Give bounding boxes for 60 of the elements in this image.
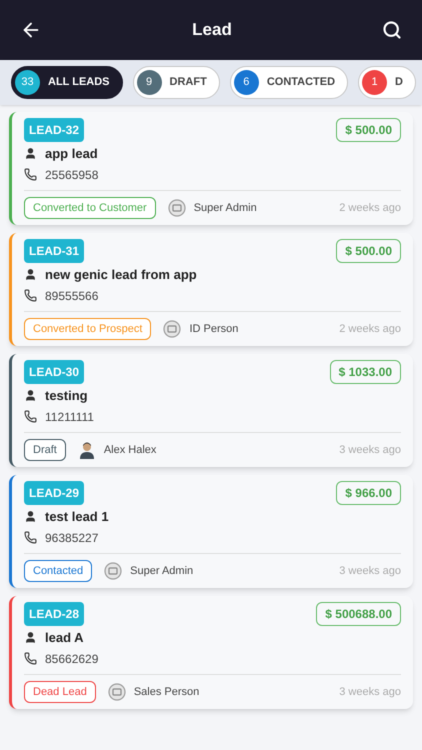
lead-code: LEAD-30 xyxy=(24,360,84,384)
lead-card[interactable]: LEAD-30 $ 1033.00 testing 11211111 Draft Alex Halex 3 weeks ago xyxy=(9,354,413,467)
count-badge: 6 xyxy=(234,70,259,95)
owner-name: Super Admin xyxy=(194,200,257,216)
time-ago: 3 weeks ago xyxy=(339,564,401,578)
phone-icon xyxy=(24,168,37,181)
lead-name: test lead 1 xyxy=(45,508,109,526)
lead-name: app lead xyxy=(45,145,98,163)
owner-name: Sales Person xyxy=(134,684,200,700)
filter-chip[interactable]: 1 D xyxy=(358,66,416,99)
lead-name: new genic lead from app xyxy=(45,266,197,284)
phone-icon xyxy=(24,410,37,423)
time-ago: 3 weeks ago xyxy=(339,684,401,700)
lead-card[interactable]: LEAD-29 $ 966.00 test lead 1 96385227 Contacted Super Admin 3 weeks ago xyxy=(9,475,413,588)
lead-card[interactable]: LEAD-31 $ 500.00 new genic lead from app 89555566 Converted to Prospect ID Person 2 weeks ago xyxy=(9,233,413,346)
amount-badge: $ 500.00 xyxy=(336,239,401,263)
lead-card[interactable]: LEAD-32 $ 500.00 app lead 25565958 Converted to Customer Super Admin 2 weeks ago xyxy=(9,112,413,225)
amount-badge: $ 500688.00 xyxy=(316,602,401,626)
time-ago: 2 weeks ago xyxy=(339,322,401,336)
count-badge: 1 xyxy=(362,70,388,95)
phone-icon xyxy=(24,652,37,665)
owner-name: ID Person xyxy=(189,322,238,336)
status-badge: Contacted xyxy=(24,560,92,582)
phone-icon xyxy=(24,289,37,302)
status-badge: Converted to Prospect xyxy=(24,318,152,340)
count-badge: 33 xyxy=(15,70,40,95)
owner-name: Alex Halex xyxy=(104,442,156,458)
lead-name: lead A xyxy=(45,629,84,647)
search-button[interactable] xyxy=(382,20,402,40)
status-badge: Draft xyxy=(24,438,66,461)
lead-code: LEAD-31 xyxy=(24,239,84,263)
time-ago: 3 weeks ago xyxy=(339,442,401,458)
count-badge: 9 xyxy=(136,70,162,95)
amount-badge: $ 966.00 xyxy=(336,481,401,505)
status-badge: Dead Lead xyxy=(24,680,96,703)
owner-name: Super Admin xyxy=(130,564,194,578)
lead-code: LEAD-29 xyxy=(24,481,84,505)
person-icon xyxy=(24,147,37,160)
person-icon xyxy=(24,268,37,282)
filter-chip[interactable]: 6 CONTACTED xyxy=(230,66,348,99)
lead-code: LEAD-28 xyxy=(24,602,84,626)
page-title: Lead xyxy=(192,19,232,42)
amount-badge: $ 1033.00 xyxy=(330,360,401,384)
filter-chip[interactable]: 33 ALL LEADS xyxy=(11,66,123,99)
lead-name: testing xyxy=(45,387,88,405)
status-badge: Converted to Customer xyxy=(24,196,156,219)
phone-number: 85662629 xyxy=(45,650,98,668)
phone-number: 25565958 xyxy=(45,166,98,184)
person-icon xyxy=(24,389,37,402)
person-icon xyxy=(24,510,37,524)
time-ago: 2 weeks ago xyxy=(339,200,401,216)
filter-chip[interactable]: 9 DRAFT xyxy=(132,66,220,99)
phone-icon xyxy=(24,531,37,544)
phone-number: 96385227 xyxy=(45,530,98,546)
phone-number: 89555566 xyxy=(45,288,98,304)
lead-card[interactable]: LEAD-28 $ 500688.00 lead A 85662629 Dead Lead Sales Person 3 weeks ago xyxy=(9,596,413,709)
lead-code: LEAD-32 xyxy=(24,118,84,142)
person-icon xyxy=(24,631,37,644)
phone-number: 11211111 xyxy=(45,408,94,426)
amount-badge: $ 500.00 xyxy=(336,118,401,142)
